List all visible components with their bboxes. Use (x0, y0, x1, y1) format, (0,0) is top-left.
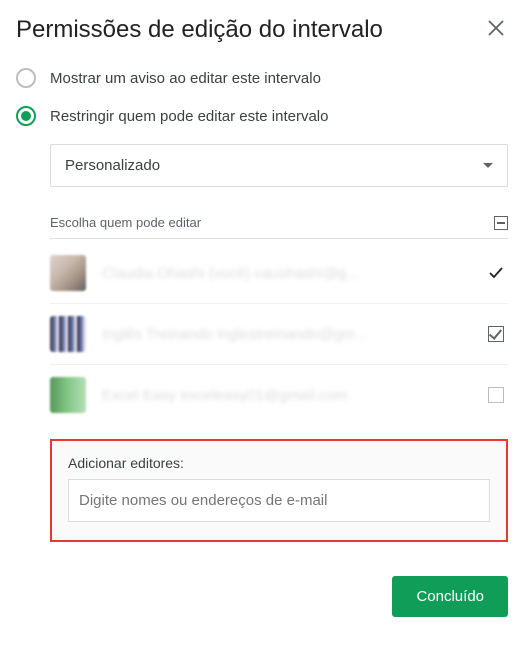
user-label: Claudia Ohashi (você) cauohashi@g... (102, 265, 484, 282)
avatar (50, 255, 86, 291)
option-restrict-label: Restringir quem pode editar este interva… (50, 108, 328, 125)
user-label: Inglês Treinando inglestreinando@gm... (102, 326, 484, 343)
restriction-dropdown-value: Personalizado (65, 157, 160, 174)
list-item: Claudia Ohashi (você) cauohashi@g... (50, 243, 508, 304)
add-editors-input[interactable] (68, 479, 490, 522)
indeterminate-checkbox-icon[interactable] (494, 216, 508, 230)
done-button[interactable]: Concluído (392, 576, 508, 617)
checkbox-checked-icon (488, 326, 504, 342)
avatar (50, 377, 86, 413)
radio-unchecked-icon (16, 68, 36, 88)
list-item: Inglês Treinando inglestreinando@gm... (50, 304, 508, 365)
dialog-footer: Concluído (16, 576, 508, 617)
edit-permissions-dialog: Permissões de edição do intervalo Mostra… (0, 0, 528, 637)
user-checkbox[interactable] (484, 387, 508, 403)
checkbox-unchecked-icon (488, 387, 504, 403)
option-restrict[interactable]: Restringir quem pode editar este interva… (16, 106, 508, 126)
user-checkbox[interactable] (484, 326, 508, 342)
dialog-header: Permissões de edição do intervalo (16, 16, 508, 44)
dialog-title: Permissões de edição do intervalo (16, 16, 383, 44)
add-editors-label: Adicionar editores: (68, 455, 490, 471)
chevron-down-icon (483, 163, 493, 168)
option-show-warning[interactable]: Mostrar um aviso ao editar este interval… (16, 68, 508, 88)
close-icon[interactable] (484, 16, 508, 43)
owner-check-icon (484, 264, 508, 282)
radio-checked-icon (16, 106, 36, 126)
option-show-warning-label: Mostrar um aviso ao editar este interval… (50, 70, 321, 87)
list-item: Excel Easy exceleasy01@gmail.com (50, 365, 508, 425)
user-label: Excel Easy exceleasy01@gmail.com (102, 387, 484, 404)
editors-header: Escolha quem pode editar (50, 215, 508, 239)
restriction-dropdown[interactable]: Personalizado (50, 144, 508, 187)
avatar (50, 316, 86, 352)
add-editors-section: Adicionar editores: (50, 439, 508, 542)
editors-header-label: Escolha quem pode editar (50, 215, 201, 230)
